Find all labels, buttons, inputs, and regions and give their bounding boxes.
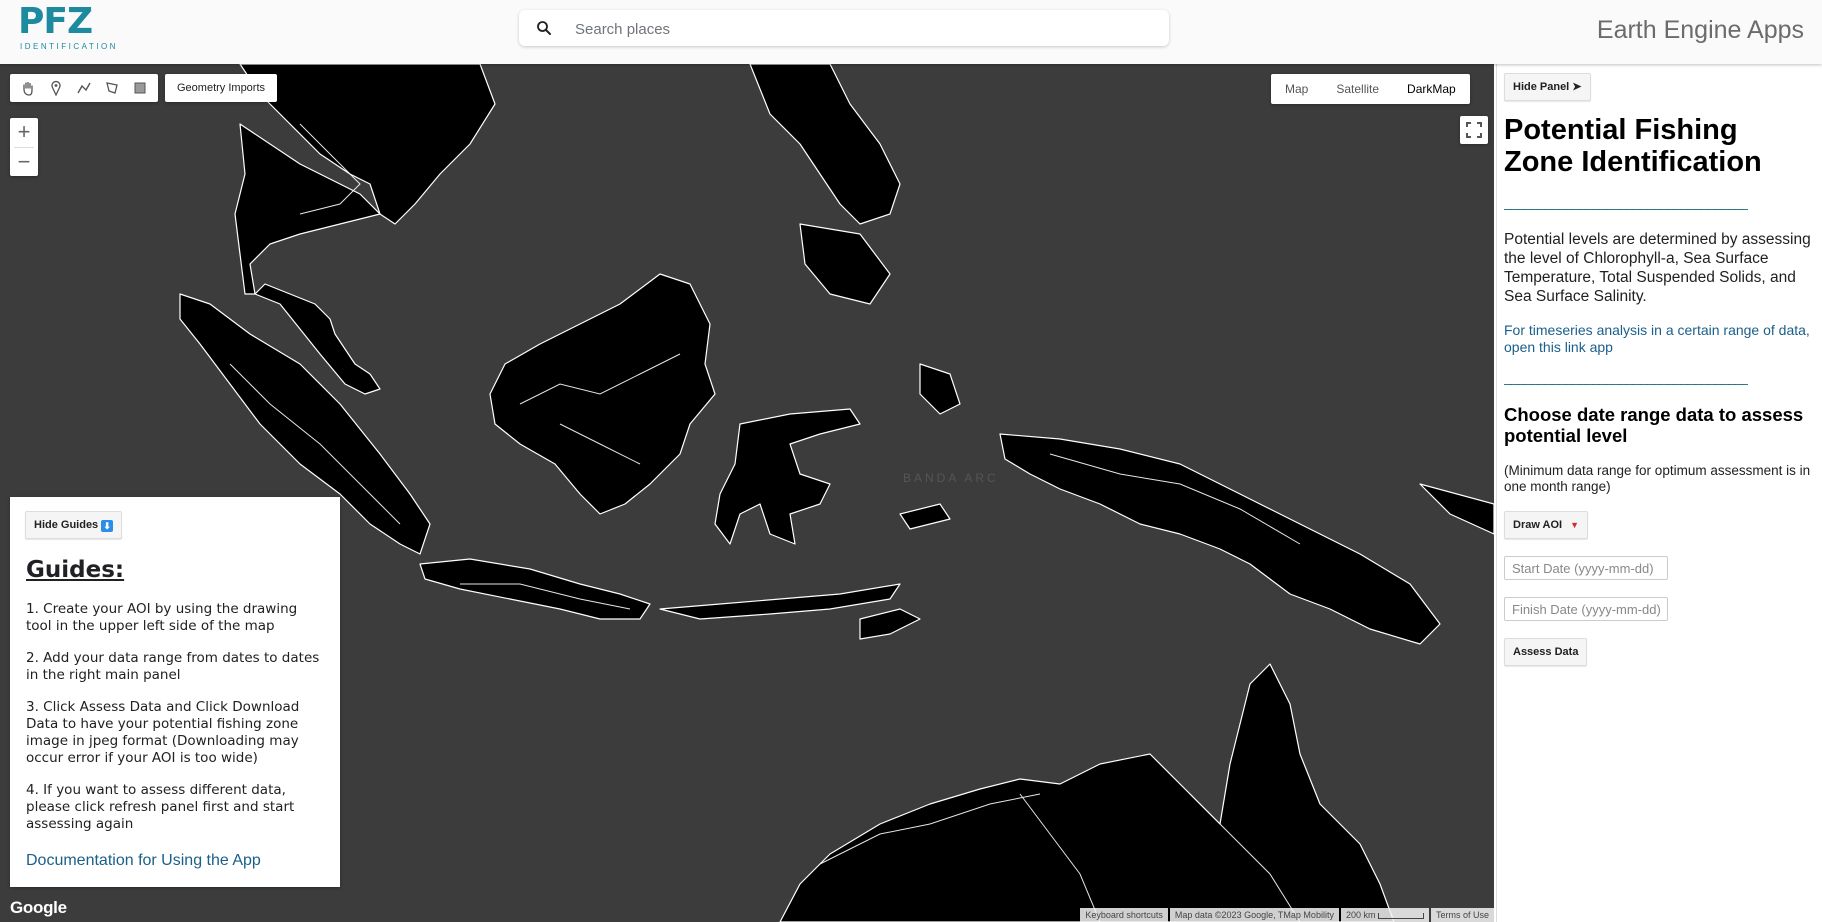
guide-step: 1. Create your AOI by using the drawing …: [26, 601, 298, 634]
panel-title: Potential Fishing Zone Identification: [1504, 114, 1762, 178]
map-type-darkmap[interactable]: DarkMap: [1393, 74, 1470, 104]
logo-text: PFZ: [18, 1, 93, 42]
date-range-note: (Minimum data range for optimum assessme…: [1504, 463, 1811, 494]
finish-date-field[interactable]: [1504, 597, 1668, 621]
guides-panel: Hide Guides ⬇ Guides: 1. Create your AOI …: [10, 497, 340, 887]
map-data-attribution: Map data ©2023 Google, TMap Mobility: [1169, 908, 1339, 922]
dropdown-caret-icon: ▼: [1570, 520, 1580, 530]
google-logo: Google: [10, 898, 67, 917]
date-range-title: Choose date range data to assess potenti…: [1504, 404, 1804, 446]
hide-guides-button[interactable]: Hide Guides ⬇: [25, 511, 123, 539]
assess-data-button[interactable]: Assess Data: [1504, 638, 1588, 666]
divider: ____________________________________: [1504, 194, 1749, 210]
scale-bar[interactable]: 200 km: [1340, 908, 1429, 922]
pfz-logo: PFZ IDENTIFICATION: [18, 1, 118, 52]
guides-title: Guides:: [26, 557, 125, 583]
documentation-link[interactable]: Documentation for Using the App: [26, 852, 261, 870]
panel-description: Potential levels are determined by asses…: [1504, 231, 1811, 305]
guide-step: 2. Add your data range from dates to dat…: [26, 650, 320, 683]
zoom-in-button[interactable]: +: [10, 118, 38, 147]
guide-step: 3. Click Assess Data and Click Download …: [26, 699, 300, 766]
guide-step: 4. If you want to assess different data,…: [26, 782, 295, 832]
marker-icon[interactable]: [42, 74, 70, 102]
draw-aoi-select[interactable]: Draw AOI ▼: [1504, 511, 1589, 539]
hand-pan-icon[interactable]: [14, 74, 42, 102]
map-type-map[interactable]: Map: [1271, 74, 1322, 104]
hide-guides-label: Hide Guides: [34, 519, 99, 531]
draw-aoi-label: Draw AOI: [1513, 519, 1563, 531]
download-arrow-icon: ⬇: [101, 520, 114, 532]
line-icon[interactable]: [70, 74, 98, 102]
search-icon: [537, 21, 551, 35]
guides-steps: 1. Create your AOI by using the drawing …: [26, 601, 326, 848]
map-canvas[interactable]: BANDA ARC Geometry Imports + − Map Satel…: [0, 64, 1494, 922]
geometry-imports-button[interactable]: Geometry Imports: [165, 74, 278, 102]
map-type-satellite[interactable]: Satellite: [1322, 74, 1393, 104]
drawing-tools: [10, 74, 158, 102]
polygon-icon[interactable]: [98, 74, 126, 102]
fullscreen-icon: [1466, 122, 1482, 138]
scale-label: 200 km: [1345, 910, 1376, 920]
zoom-control: + −: [10, 118, 38, 176]
rectangle-icon[interactable]: [126, 74, 154, 102]
search-box[interactable]: [519, 10, 1169, 48]
search-input[interactable]: [573, 10, 1157, 48]
timeseries-link[interactable]: For timeseries analysis in a certain ran…: [1504, 322, 1819, 356]
app-header: PFZ IDENTIFICATION Earth Engine Apps: [0, 0, 1822, 64]
map-type-control: Map Satellite DarkMap: [1271, 74, 1470, 104]
terms-of-use-link[interactable]: Terms of Use: [1430, 908, 1494, 922]
main-panel: Hide Panel ➤ Potential Fishing Zone Iden…: [1496, 64, 1822, 922]
hide-panel-button[interactable]: Hide Panel ➤: [1504, 73, 1591, 101]
map-attribution: Keyboard shortcuts Map data ©2023 Google…: [1078, 908, 1494, 922]
keyboard-shortcuts-link[interactable]: Keyboard shortcuts: [1080, 908, 1168, 922]
logo-subtext: IDENTIFICATION: [20, 42, 118, 51]
app-title: Earth Engine Apps: [1596, 16, 1804, 44]
start-date-field[interactable]: [1504, 556, 1668, 580]
banda-arc-label: BANDA ARC: [903, 471, 999, 485]
fullscreen-button[interactable]: [1460, 116, 1488, 144]
zoom-out-button[interactable]: −: [10, 148, 38, 177]
divider: ____________________________________: [1504, 369, 1749, 385]
